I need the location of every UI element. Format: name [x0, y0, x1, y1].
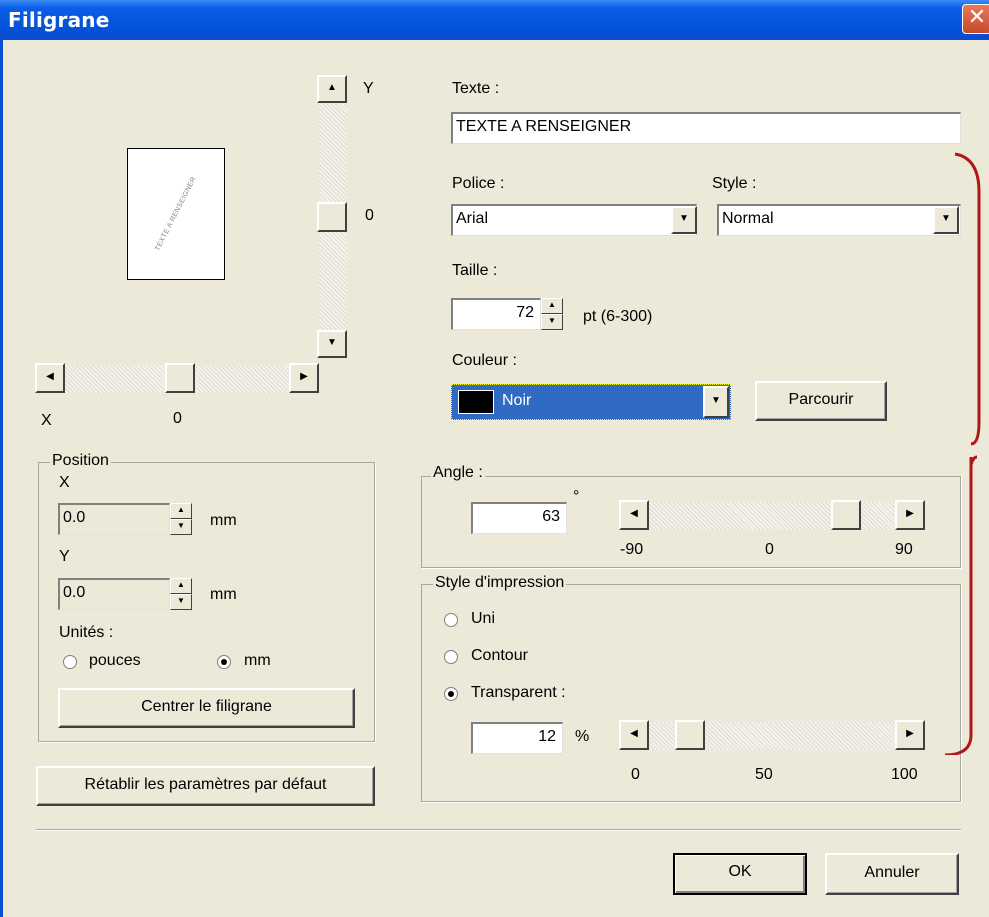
- footer-separator: [36, 829, 961, 831]
- position-group-title: Position: [50, 452, 111, 470]
- text-label: Texte :: [452, 80, 500, 97]
- cancel-button[interactable]: Annuler: [825, 853, 959, 895]
- style-select[interactable]: Normal: [717, 204, 961, 236]
- font-dropdown-arrow[interactable]: ▼: [671, 206, 697, 234]
- size-stepper[interactable]: ▲ ▼: [541, 298, 563, 330]
- position-y-label: Y: [59, 548, 70, 565]
- position-y-unit: mm: [210, 586, 237, 603]
- units-inches-radio[interactable]: [63, 655, 77, 669]
- y-scroll-down-button[interactable]: ▼: [317, 330, 347, 358]
- angle-slider-thumb[interactable]: [831, 500, 861, 530]
- angle-slider-left-button[interactable]: ◀: [619, 500, 649, 530]
- close-button[interactable]: ✕: [962, 4, 989, 34]
- angle-slider-right-button[interactable]: ▶: [895, 500, 925, 530]
- position-x-unit: mm: [210, 512, 237, 529]
- position-x-up-arrow[interactable]: ▲: [170, 503, 192, 519]
- annotation-bracket-upper: [954, 152, 981, 446]
- transparency-tick-min: 0: [631, 766, 640, 783]
- position-x-down-arrow[interactable]: ▼: [170, 519, 192, 535]
- units-mm-radio[interactable]: [217, 655, 231, 669]
- print-style-solid-radio[interactable]: [444, 613, 458, 627]
- print-style-group-title: Style d'impression: [433, 574, 567, 592]
- reset-defaults-button[interactable]: Rétablir les paramètres par défaut: [36, 766, 375, 806]
- angle-tick-max: 90: [895, 541, 913, 558]
- position-x-label: X: [59, 474, 70, 491]
- print-style-solid-label[interactable]: Uni: [471, 610, 495, 628]
- position-y-up-arrow[interactable]: ▲: [170, 578, 192, 594]
- units-inches-label[interactable]: pouces: [89, 652, 141, 670]
- center-watermark-button[interactable]: Centrer le filigrane: [58, 688, 355, 728]
- window-title: Filigrane: [8, 8, 110, 32]
- color-value: Noir: [502, 392, 532, 409]
- print-style-outline-radio[interactable]: [444, 650, 458, 664]
- browse-color-button[interactable]: Parcourir: [755, 381, 887, 421]
- size-range-hint: pt (6-300): [583, 308, 653, 325]
- transparency-tick-max: 100: [891, 766, 918, 783]
- size-input[interactable]: 72: [451, 298, 541, 330]
- size-label: Taille :: [452, 262, 498, 279]
- x-scroll-left-button[interactable]: ◀: [35, 363, 65, 393]
- font-label: Police :: [452, 175, 505, 192]
- position-x-stepper[interactable]: ▲ ▼: [170, 503, 192, 535]
- color-swatch: [458, 390, 494, 414]
- print-style-transparent-label[interactable]: Transparent :: [471, 684, 566, 702]
- position-y-stepper[interactable]: ▲ ▼: [170, 578, 192, 610]
- y-position-value: 0: [365, 207, 374, 224]
- transparency-percent-symbol: %: [575, 728, 590, 745]
- transparency-input[interactable]: 12: [471, 722, 563, 754]
- x-axis-label: X: [41, 412, 52, 429]
- x-scroll-thumb[interactable]: [165, 363, 195, 393]
- print-style-outline-label[interactable]: Contour: [471, 647, 528, 665]
- watermark-preview-page: TEXTE A RENSEIGNER: [127, 148, 225, 280]
- position-y-input[interactable]: 0.0: [58, 578, 170, 610]
- y-scroll-up-button[interactable]: ▲: [317, 75, 347, 103]
- angle-degree-symbol: °: [573, 488, 580, 505]
- size-down-arrow[interactable]: ▼: [541, 314, 563, 330]
- title-bar: Filigrane ✕: [0, 0, 989, 40]
- preview-watermark-text: TEXTE A RENSEIGNER: [154, 175, 198, 253]
- position-y-down-arrow[interactable]: ▼: [170, 594, 192, 610]
- units-mm-label[interactable]: mm: [244, 652, 271, 670]
- angle-tick-min: -90: [620, 541, 644, 558]
- y-scroll-thumb[interactable]: [317, 202, 347, 232]
- ok-button[interactable]: OK: [673, 853, 807, 895]
- x-position-value: 0: [173, 410, 182, 427]
- transparency-slider-thumb[interactable]: [675, 720, 705, 750]
- angle-group-title: Angle :: [431, 464, 485, 482]
- color-select[interactable]: Noir: [451, 384, 731, 420]
- position-x-input[interactable]: 0.0: [58, 503, 170, 535]
- x-scroll-right-button[interactable]: ▶: [289, 363, 319, 393]
- units-label: Unités :: [59, 624, 114, 641]
- color-label: Couleur :: [452, 352, 517, 369]
- angle-input[interactable]: 63: [471, 502, 567, 534]
- filigrane-dialog: Filigrane ✕ TEXTE A RENSEIGNER ▲ ▼ Y 0 ◀…: [0, 0, 989, 917]
- print-style-transparent-radio[interactable]: [444, 687, 458, 701]
- transparency-slider-right-button[interactable]: ▶: [895, 720, 925, 750]
- y-axis-label: Y: [363, 80, 374, 97]
- size-up-arrow[interactable]: ▲: [541, 298, 563, 314]
- transparency-slider-left-button[interactable]: ◀: [619, 720, 649, 750]
- angle-tick-mid: 0: [765, 541, 774, 558]
- annotation-bracket-lower: [944, 455, 977, 755]
- color-dropdown-arrow[interactable]: ▼: [703, 386, 729, 418]
- text-input[interactable]: TEXTE A RENSEIGNER: [451, 112, 961, 144]
- style-label: Style :: [712, 175, 757, 192]
- font-select[interactable]: Arial: [451, 204, 697, 236]
- transparency-tick-mid: 50: [755, 766, 773, 783]
